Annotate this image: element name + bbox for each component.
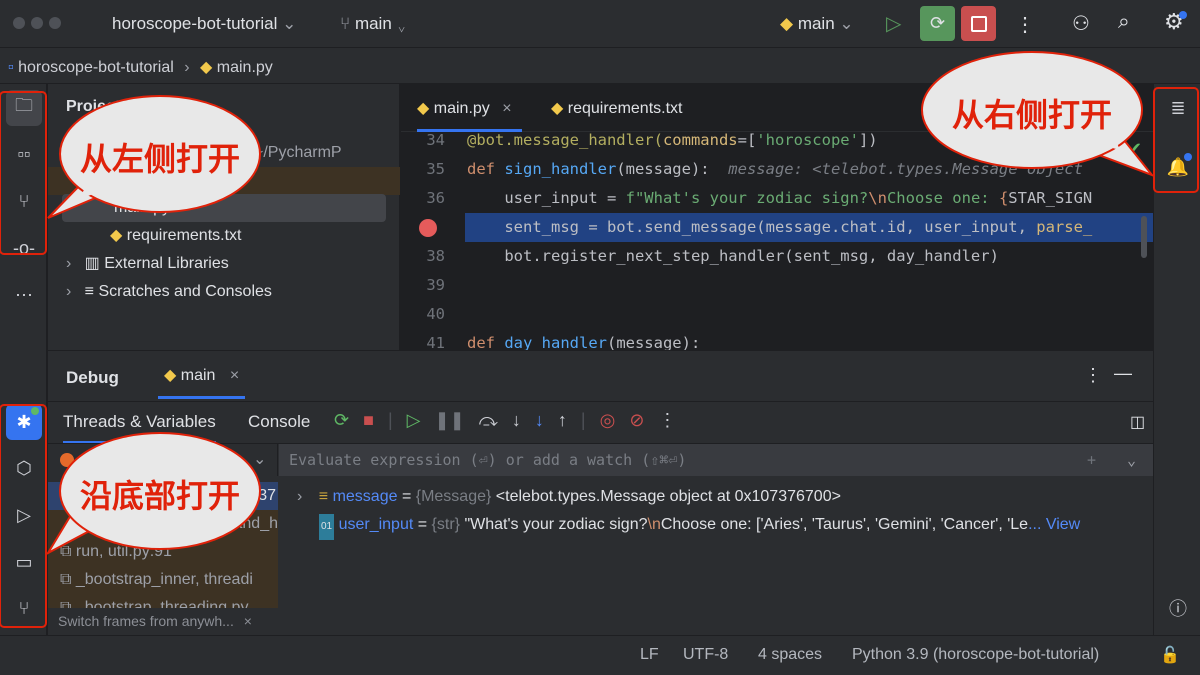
right-highlight-box <box>1153 87 1199 193</box>
callout-left-text: 从左侧打开 <box>80 140 241 178</box>
callout-right-text: 从右侧打开 <box>952 96 1113 134</box>
callout-bottom-text: 沿底部打开 <box>80 477 241 515</box>
left-highlight-box <box>0 91 47 255</box>
bottom-highlight-box <box>0 404 47 628</box>
